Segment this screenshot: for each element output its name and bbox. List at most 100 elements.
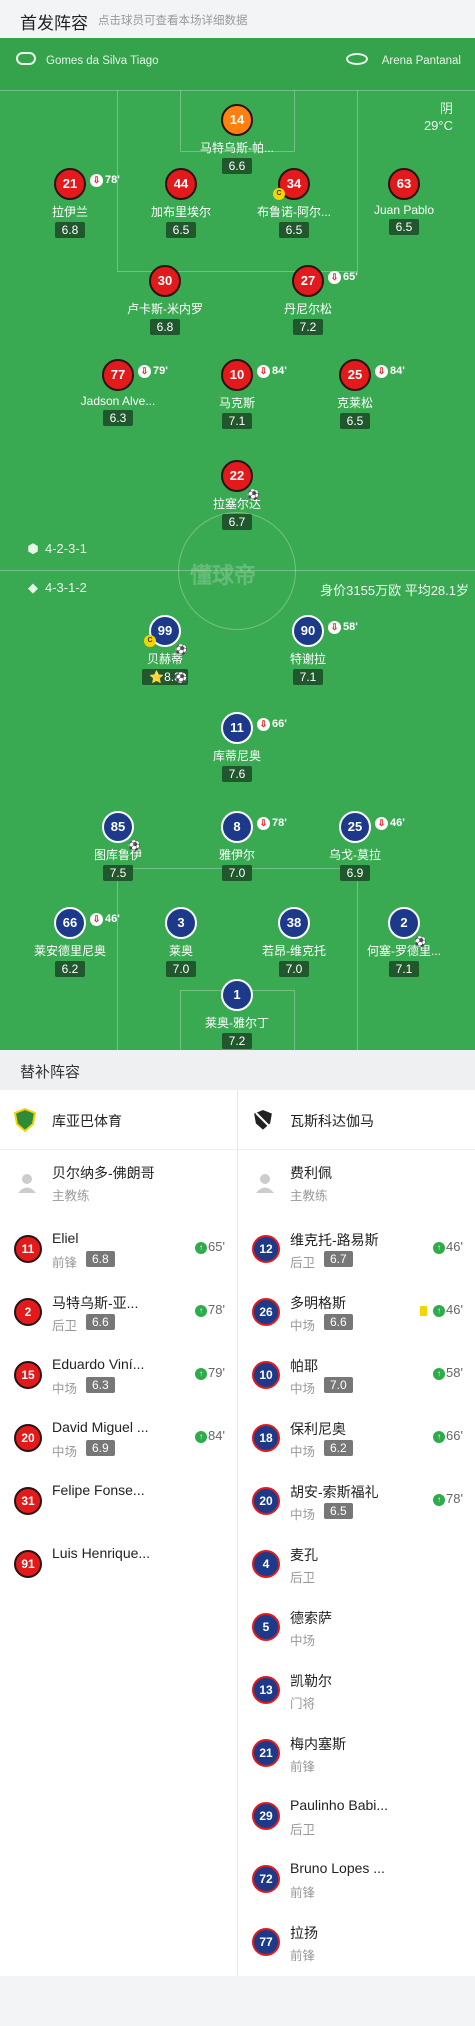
sub-player-row[interactable]: 12 维克托-路易斯 后卫 6.7 ↑ 46' <box>238 1218 475 1281</box>
sub-player-position: 后卫 <box>52 1319 78 1333</box>
away-player-5[interactable]: 25 ⇩ 46' 乌戈-莫拉 6.9 <box>295 811 415 882</box>
player-name: 何塞-罗德里... <box>367 944 441 958</box>
sub-player-row[interactable]: 2 马特乌斯-亚... 后卫 6.6 ↑ 78' <box>0 1281 237 1344</box>
sub-player-name: 凯勒尔 <box>290 1673 332 1689</box>
sub-player-name: Eduardo Viní... <box>52 1356 145 1372</box>
sub-player-rating: 6.7 <box>324 1251 353 1267</box>
sub-player-number: 20 <box>14 1424 42 1452</box>
sub-player-name: David Miguel ... <box>52 1419 149 1435</box>
home-coach[interactable]: 贝尔纳多-佛朗哥 主教练 <box>0 1150 237 1218</box>
away-player-9[interactable]: 2 ⚽ 何塞-罗德里... 7.1 <box>344 907 464 978</box>
away-player-10[interactable]: 1 莱奥-雅尔丁 7.2 <box>177 979 297 1050</box>
sub-player-row[interactable]: 4 麦孔 后卫 <box>238 1533 475 1596</box>
sub-player-row[interactable]: 26 多明格斯 中场 6.6 ↑ 46' <box>238 1281 475 1344</box>
sub-player-row[interactable]: 29 Paulinho Babi... 后卫 <box>238 1785 475 1848</box>
rating-value: 6.8 <box>156 320 174 334</box>
home-player-10[interactable]: 22 ⚽ 拉塞尔达 6.7 <box>177 460 297 531</box>
sub-player-row[interactable]: 15 Eduardo Viní... 中场 6.3 ↑ 79' <box>0 1344 237 1407</box>
player-number-badge: 2 ⚽ <box>388 907 426 948</box>
home-player-3[interactable]: 34 C 布鲁诺-阿尔... 6.5 <box>234 168 354 239</box>
sub-in-indicator: ↑ 78' <box>433 1491 463 1506</box>
sub-player-row[interactable]: 72 Bruno Lopes ... 前锋 <box>238 1848 475 1911</box>
sub-arrow-icon: ⇩ <box>138 364 151 378</box>
sub-player-row[interactable]: 10 帕耶 中场 7.0 ↑ 58' <box>238 1344 475 1407</box>
sub-minute: 46' <box>105 913 120 925</box>
column-divider <box>237 1090 238 1976</box>
player-number: 2 <box>400 915 408 930</box>
player-rating: 6.8 <box>54 222 86 238</box>
player-number: 22 <box>229 468 245 483</box>
home-team-row[interactable]: 库亚巴体育 <box>0 1090 237 1150</box>
away-player-2[interactable]: 11 ⇩ 66' 库蒂尼奥 7.6 <box>177 712 297 783</box>
away-player-4[interactable]: 8 ⇩ 78' 雅伊尔 7.0 <box>177 811 297 882</box>
coach-avatar-icon <box>16 1172 38 1194</box>
away-player-8[interactable]: 38 若昂-维克托 7.0 <box>234 907 354 978</box>
home-player-2[interactable]: 44 加布里埃尔 6.5 <box>121 168 241 239</box>
home-team-crest-icon <box>13 1107 37 1133</box>
player-name: 贝赫蒂 <box>146 652 183 666</box>
home-player-9[interactable]: 25 ⇩ 84' 克莱松 6.5 <box>295 359 415 430</box>
sub-player-row[interactable]: 18 保利尼奥 中场 6.2 ↑ 66' <box>238 1407 475 1470</box>
home-player-7[interactable]: 77 ⇩ 79' Jadson Alve... 6.3 <box>58 359 178 427</box>
away-player-3[interactable]: 85 ⚽ 图库鲁伊 7.5 <box>58 811 178 882</box>
player-number: 8 <box>233 819 241 834</box>
venue-bar: Gomes da Silva Tiago Arena Pantanal <box>0 38 475 90</box>
home-player-4[interactable]: 63 Juan Pablo 6.5 <box>344 168 464 236</box>
subs-header: 替补阵容 <box>0 1050 475 1090</box>
sub-player-name: 保利尼奥 <box>290 1421 346 1437</box>
player-number-badge: 10 ⇩ 84' <box>221 359 287 391</box>
home-subs-list: 11 Eliel 前锋 6.8 ↑ 65' 2 马特乌斯-亚... 后卫 6.6 ↑ 78' 15 Edu… <box>0 1218 237 1596</box>
sub-player-row[interactable]: 21 梅内塞斯 前锋 <box>238 1722 475 1785</box>
sub-player-rating: 6.6 <box>86 1314 115 1330</box>
player-number: 34 <box>286 176 302 191</box>
sub-in-minute: 46' <box>446 1302 463 1317</box>
home-player-0[interactable]: 14 马特乌斯-帕... 6.6 <box>177 104 297 175</box>
sub-player-name: Paulinho Babi... <box>290 1797 389 1813</box>
whistle-icon <box>16 52 36 65</box>
sub-player-number: 12 <box>252 1235 280 1263</box>
goal-ball-icon: ⚽ <box>247 490 260 501</box>
sub-in-indicator: ↑ 58' <box>433 1365 463 1380</box>
player-name: 雅伊尔 <box>218 848 255 862</box>
player-number-badge: 44 <box>165 168 197 200</box>
home-player-5[interactable]: 30 卢卡斯-米内罗 6.8 <box>105 265 225 336</box>
sub-player-name: 多明格斯 <box>290 1295 346 1311</box>
sub-in-arrow-icon: ↑ <box>195 1430 208 1443</box>
sub-in-minute: 66' <box>446 1428 463 1443</box>
sub-player-name: Luis Henrique... <box>52 1545 151 1561</box>
away-crest-icon: ◆ <box>28 580 38 595</box>
sub-arrow-icon: ⇩ <box>257 717 270 731</box>
away-player-1[interactable]: 90 ⇩ 58' 特谢拉 7.1 <box>248 615 368 686</box>
player-rating: 6.5 <box>165 222 197 238</box>
sub-player-row[interactable]: 77 拉扬 前锋 <box>238 1911 475 1974</box>
sub-player-row[interactable]: 13 凯勒尔 门将 <box>238 1659 475 1722</box>
page-title: 首发阵容 <box>20 14 88 33</box>
sub-player-row[interactable]: 20 胡安-索斯福礼 中场 6.5 ↑ 78' <box>238 1470 475 1533</box>
yellow-card-icon <box>420 1305 428 1316</box>
sub-out-indicator: ⇩ 58' <box>328 613 358 641</box>
sub-player-row[interactable]: 20 David Miguel ... 中场 6.9 ↑ 84' <box>0 1407 237 1470</box>
sub-player-row[interactable]: 31 Felipe Fonse... <box>0 1470 237 1533</box>
away-player-0[interactable]: 99 C ⚽⚽ 贝赫蒂 ⭐8.3 <box>105 615 225 686</box>
sub-player-row[interactable]: 5 德索萨 中场 <box>238 1596 475 1659</box>
sub-player-number: 20 <box>252 1487 280 1515</box>
captain-badge: C <box>273 188 285 200</box>
sub-player-row[interactable]: 11 Eliel 前锋 6.8 ↑ 65' <box>0 1218 237 1281</box>
goal-ball-icon: ⚽⚽ <box>175 645 188 684</box>
home-player-6[interactable]: 27 ⇩ 65' 丹尼尔松 7.2 <box>248 265 368 336</box>
home-team-name: 库亚巴体育 <box>52 1113 122 1129</box>
sub-player-row[interactable]: 91 Luis Henrique... <box>0 1533 237 1596</box>
home-player-8[interactable]: 10 ⇩ 84' 马克斯 7.1 <box>177 359 297 430</box>
home-player-1[interactable]: 21 ⇩ 78' 拉伊兰 6.8 <box>10 168 130 239</box>
sub-in-arrow-icon: ↑ <box>433 1367 446 1380</box>
player-number-badge: 30 <box>149 265 181 297</box>
sub-minute: 84' <box>390 365 405 377</box>
away-team-row[interactable]: 瓦斯科达伽马 <box>238 1090 475 1150</box>
sub-arrow-icon: ⇩ <box>257 364 270 378</box>
away-player-6[interactable]: 66 ⇩ 46' 莱安德里尼奥 6.2 <box>10 907 130 978</box>
player-number-badge: 38 <box>278 907 310 939</box>
player-name: Jadson Alve... <box>80 394 156 408</box>
away-player-7[interactable]: 3 莱奥 7.0 <box>121 907 241 978</box>
player-number: 21 <box>62 176 78 191</box>
away-coach[interactable]: 费利佩 主教练 <box>238 1150 475 1218</box>
